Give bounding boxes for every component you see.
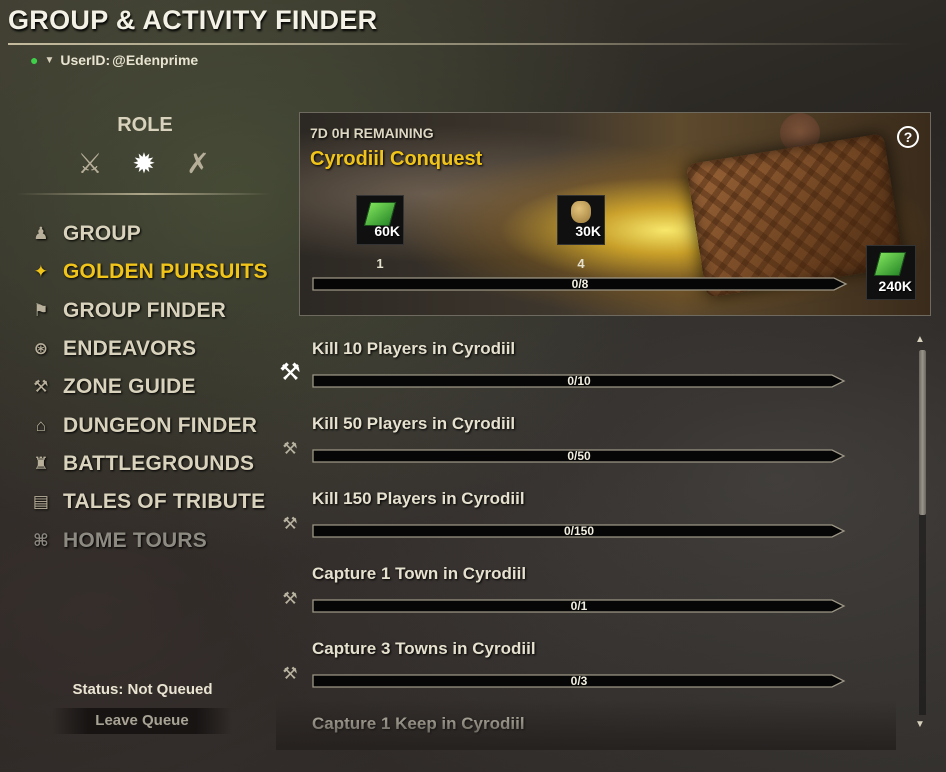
nav-item-label: GOLDEN PURSUITS — [63, 260, 268, 284]
progress-label: 0/50 — [567, 449, 591, 463]
time-remaining: 7D 0H REMAINING — [310, 125, 434, 141]
title-divider — [8, 43, 913, 45]
caret-down-icon[interactable]: ▼ — [44, 55, 54, 66]
nav-item-label: ENDEAVORS — [63, 337, 197, 361]
progress-label: 0/150 — [563, 524, 595, 538]
activity-list[interactable]: ⚒ Kill 10 Players in Cyrodiil 0/10 ⚒ Kill 50… — [276, 330, 896, 735]
role-divider — [16, 193, 271, 195]
activity-progress-bar: 0/3 — [312, 673, 846, 689]
role-label: ROLE — [117, 114, 173, 136]
queue-status: Status: Not Queued — [40, 681, 245, 698]
activity-title: Kill 150 Players in Cyrodiil — [312, 489, 525, 508]
pursuit-name: Cyrodiil Conquest — [310, 148, 483, 170]
group-icon: ♟ — [33, 224, 49, 244]
progress-label: 0/3 — [570, 674, 588, 688]
category-nav: ♟ GROUP ✦ GOLDEN PURSUITS ⚑ GROUP FINDER ⊛ ENDE… — [26, 215, 286, 560]
activity-title: Kill 10 Players in Cyrodiil — [312, 339, 516, 358]
golden-pursuits-icon: ✦ — [33, 262, 49, 282]
activity-progress-bar: 0/10 — [312, 373, 846, 389]
pin-icon[interactable]: ⚒ — [279, 510, 301, 538]
nav-item-label: HOME TOURS — [63, 528, 207, 552]
activity-progress-bar: 0/150 — [312, 523, 846, 539]
pin-icon[interactable]: ⚒ — [279, 585, 301, 613]
nav-item[interactable]: ▤ TALES OF TRIBUTE — [26, 483, 286, 521]
pin-icon[interactable]: ⚒ — [279, 660, 301, 688]
nav-item-label: TALES OF TRIBUTE — [63, 490, 266, 514]
endeavors-icon: ⊛ — [33, 339, 49, 359]
activity-row[interactable]: ⚒ Capture 3 Towns in Cyrodiil 0/3 — [276, 630, 876, 705]
nav-item[interactable]: ♟ GROUP — [26, 215, 286, 253]
final-reward[interactable]: 240K — [866, 245, 916, 300]
tank-shield-sword-icon[interactable]: ⚔ — [72, 145, 108, 181]
pin-icon[interactable]: ⚒ — [279, 435, 301, 463]
damage-axes-icon[interactable]: ✗ — [180, 145, 216, 181]
crown-gem-icon — [873, 252, 907, 276]
nav-item[interactable]: ♜ BATTLEGROUNDS — [26, 445, 286, 483]
activity-row[interactable]: ⚒ Kill 150 Players in Cyrodiil 0/150 — [276, 480, 876, 555]
status-value: Not Queued — [127, 681, 213, 698]
reward-amount: 240K — [878, 278, 912, 294]
gold-bag-icon — [571, 201, 591, 223]
nav-item-label: BATTLEGROUNDS — [63, 451, 255, 475]
activity-title: Capture 1 Town in Cyrodiil — [312, 564, 527, 583]
reward-2[interactable]: 30K — [557, 195, 605, 245]
dungeon-finder-icon: ⌂ — [35, 415, 47, 435]
nav-item[interactable]: ⊛ ENDEAVORS — [26, 330, 286, 368]
status-label: Status: — [72, 681, 124, 698]
nav-item[interactable]: ⌂ DUNGEON FINDER — [26, 406, 286, 444]
golden-pursuit-banner: 7D 0H REMAINING Cyrodiil Conquest ? 60K … — [299, 112, 931, 316]
activity-title: Capture 3 Towns in Cyrodiil — [312, 639, 536, 658]
group-finder-icon: ⚑ — [33, 300, 49, 320]
reward-count: 1 — [376, 256, 384, 271]
reward-amount: 30K — [575, 223, 601, 239]
activity-progress-bar: 0/1 — [312, 598, 846, 614]
activity-row[interactable]: ⚒ Kill 10 Players in Cyrodiil 0/10 — [276, 330, 876, 405]
reward-amount: 60K — [374, 223, 400, 239]
activity-row[interactable]: ⚒ Capture 1 Town in Cyrodiil 0/1 — [276, 555, 876, 630]
user-row[interactable]: ● ▼ UserID: @Edenprime — [30, 52, 198, 68]
home-tours-icon: ⌘ — [33, 530, 49, 550]
role-icons: ⚔ ✹ ✗ — [72, 145, 222, 185]
tales-of-tribute-icon: ▤ — [32, 492, 50, 512]
window-title: GROUP & ACTIVITY FINDER — [8, 5, 378, 35]
scroll-down-arrow-icon[interactable]: ▼ — [915, 719, 925, 730]
activity-title: Capture 1 Keep in Cyrodiil — [312, 714, 525, 733]
nav-item[interactable]: ✦ GOLDEN PURSUITS — [26, 253, 286, 291]
user-id-value: @Edenprime — [112, 52, 199, 68]
nav-item[interactable]: ⌘ HOME TOURS — [26, 521, 286, 559]
scrollbar-thumb[interactable] — [919, 350, 926, 515]
activity-row[interactable]: ⚒ Kill 50 Players in Cyrodiil 0/50 — [276, 405, 876, 480]
progress-label: 0/10 — [567, 374, 591, 388]
pin-icon[interactable]: ⚒ — [279, 358, 301, 386]
scroll-up-arrow-icon[interactable]: ▲ — [915, 334, 925, 345]
reward-1[interactable]: 60K — [356, 195, 404, 245]
activity-row[interactable]: ⚒Capture 1 Keep in Cyrodiil — [276, 705, 876, 735]
healer-burst-icon[interactable]: ✹ — [126, 145, 162, 181]
activity-title: Kill 50 Players in Cyrodiil — [312, 414, 516, 433]
activity-progress-bar: 0/50 — [312, 448, 846, 464]
nav-item-label: GROUP FINDER — [63, 298, 227, 322]
battlegrounds-icon: ♜ — [33, 453, 49, 473]
nav-item[interactable]: ⚒ ZONE GUIDE — [26, 368, 286, 406]
progress-label: 0/1 — [570, 599, 588, 613]
nav-item-label: GROUP — [63, 222, 142, 246]
help-icon[interactable]: ? — [897, 126, 919, 148]
pursuit-progress-bar: 0/8 — [312, 276, 848, 292]
nav-item-label: ZONE GUIDE — [63, 375, 196, 399]
progress-label: 0/8 — [571, 277, 589, 291]
nav-item[interactable]: ⚑ GROUP FINDER — [26, 292, 286, 330]
nav-item-label: DUNGEON FINDER — [63, 413, 258, 437]
reward-count: 4 — [577, 256, 585, 271]
user-id-label: UserID: — [60, 52, 111, 68]
leave-queue-button[interactable]: Leave Queue — [52, 708, 232, 734]
online-person-icon: ● — [30, 52, 39, 68]
zone-guide-icon: ⚒ — [33, 377, 49, 397]
